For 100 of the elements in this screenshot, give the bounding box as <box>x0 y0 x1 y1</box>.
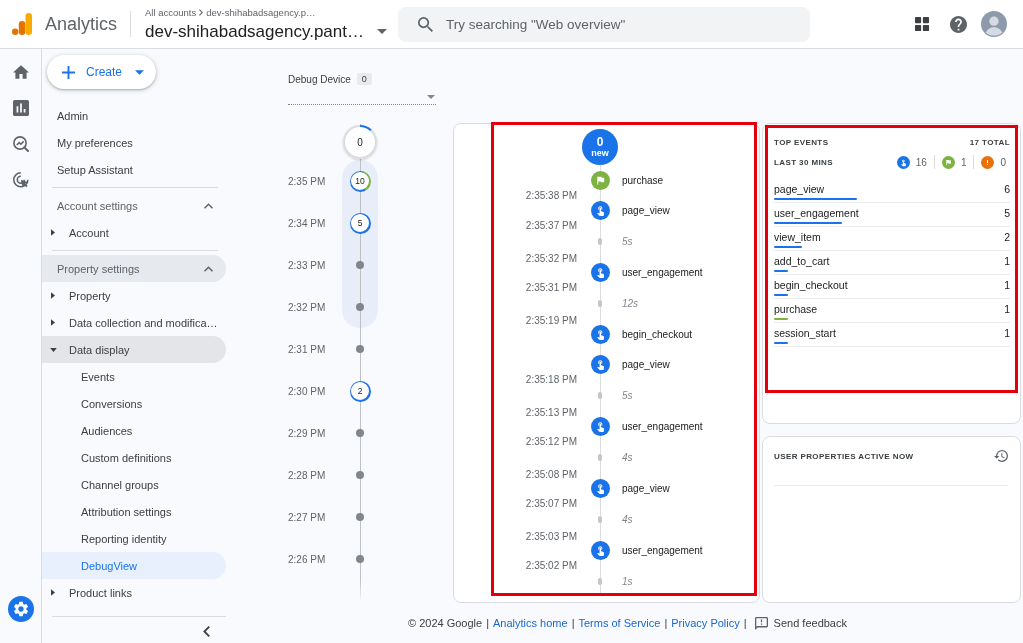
nav-link[interactable]: Audiences <box>42 417 226 444</box>
account-picker[interactable]: dev-shihabadsagency.pant… <box>145 20 391 43</box>
event-name: page_view <box>774 182 825 196</box>
nav-link[interactable]: Reporting identity <box>42 525 226 552</box>
event-name[interactable]: page_view <box>622 482 670 494</box>
event-count: 1 <box>1004 278 1010 292</box>
gap-marker-icon <box>598 515 602 523</box>
minute-time-label: 2:29 PM <box>288 427 326 439</box>
touch-icon <box>590 540 610 560</box>
nav-link[interactable]: My preferences <box>42 129 226 156</box>
event-time: 2:35:31 PM <box>525 282 577 294</box>
event-count: 2 <box>1004 230 1010 244</box>
minute-dot-icon[interactable] <box>356 345 364 353</box>
event-time: 2:35:19 PM <box>525 315 577 327</box>
breadcrumb-link[interactable]: dev-shihabadsagency.p… <box>206 6 316 18</box>
caret-down-icon <box>135 69 145 75</box>
minute-dot-icon[interactable] <box>356 261 364 269</box>
event-name[interactable]: user_engagement <box>622 544 703 556</box>
event-name[interactable]: begin_checkout <box>622 328 693 340</box>
separator: | <box>486 617 490 629</box>
settings-icon[interactable] <box>7 596 34 622</box>
separator: | <box>664 617 668 629</box>
new-events-badge[interactable]: 0 new <box>582 129 618 165</box>
minute-time-label: 2:28 PM <box>288 469 326 481</box>
bar-chart-icon[interactable] <box>12 100 29 116</box>
nav-item[interactable]: Account <box>42 219 226 246</box>
chevron-left-icon[interactable] <box>203 626 210 637</box>
plus-icon <box>62 65 75 79</box>
product-name: Analytics <box>45 13 118 35</box>
event-name[interactable]: page_view <box>622 358 670 370</box>
device-count: 0 <box>356 73 372 85</box>
nav-item[interactable]: Data collection and modifica… <box>42 309 226 336</box>
help-icon[interactable] <box>950 15 967 33</box>
minute-time-label: 2:34 PM <box>288 217 326 229</box>
minute-event-count[interactable]: 10 <box>349 170 371 192</box>
section-header[interactable]: Account settings <box>42 192 226 219</box>
card-title: USER PROPERTIES ACTIVE NOW <box>774 451 914 461</box>
touch-icon <box>590 478 610 498</box>
gap-duration: 5s <box>622 389 633 401</box>
home-icon[interactable] <box>12 64 29 80</box>
footer-link[interactable]: Privacy Policy <box>671 617 740 629</box>
create-button[interactable]: Create <box>47 55 156 89</box>
gap-duration: 4s <box>622 451 633 463</box>
period-label: LAST 30 MINS <box>774 157 834 167</box>
minute-time-label: 2:31 PM <box>288 343 326 355</box>
separator: | <box>571 617 575 629</box>
gap-marker-icon <box>598 237 602 245</box>
history-icon[interactable] <box>994 450 1008 462</box>
card-title: TOP EVENTS <box>774 137 829 147</box>
nav-link[interactable]: DebugView <box>42 552 226 579</box>
event-name: add_to_cart <box>774 254 830 268</box>
total-count: 17 TOTAL <box>969 137 1010 147</box>
footer-link[interactable]: Analytics home <box>493 617 568 629</box>
minute-event-count[interactable]: 2 <box>349 380 371 402</box>
nav-link[interactable]: Custom definitions <box>42 444 226 471</box>
event-time: 2:35:08 PM <box>525 469 577 481</box>
event-time: 2:35:38 PM <box>525 190 577 202</box>
nav-link[interactable]: Events <box>42 363 226 390</box>
touch-icon <box>590 324 610 344</box>
nav-link[interactable]: Channel groups <box>42 471 226 498</box>
nav-link[interactable]: Setup Assistant <box>42 156 226 183</box>
event-name: begin_checkout <box>774 278 848 292</box>
nav-item[interactable]: Data display <box>42 336 226 363</box>
event-name: view_item <box>774 230 821 244</box>
event-name[interactable]: user_engagement <box>622 420 703 432</box>
minute-dot-icon[interactable] <box>356 429 364 437</box>
flag-icon <box>941 155 955 169</box>
touch-icon <box>590 354 610 374</box>
event-count: 5 <box>1004 206 1010 220</box>
search-field[interactable]: Try searching "Web overview" <box>398 6 811 42</box>
minute-dot-icon[interactable] <box>356 303 364 311</box>
chart-magnifier-icon[interactable] <box>12 136 29 152</box>
minute-dot-icon[interactable] <box>356 555 364 563</box>
minute-dot-icon[interactable] <box>356 471 364 479</box>
flag-icon <box>590 170 610 190</box>
event-time: 2:35:03 PM <box>525 531 577 543</box>
touch-icon <box>590 416 610 436</box>
send-feedback-button[interactable]: Send feedback <box>754 616 847 630</box>
countdown-ring: 0 <box>343 125 377 159</box>
nav-link[interactable]: Attribution settings <box>42 498 226 525</box>
apps-grid-icon[interactable] <box>915 17 929 31</box>
nav-link[interactable]: Admin <box>42 102 226 129</box>
minute-time-label: 2:30 PM <box>288 385 326 397</box>
minute-dot-icon[interactable] <box>356 513 364 521</box>
nav-item[interactable]: Property <box>42 282 226 309</box>
event-type-count: 1 <box>960 156 967 168</box>
minute-time-label: 2:35 PM <box>288 175 326 187</box>
footer-link[interactable]: Terms of Service <box>578 617 661 629</box>
event-name[interactable]: page_view <box>622 204 670 216</box>
avatar-icon[interactable] <box>981 11 1007 37</box>
target-cursor-icon[interactable] <box>12 172 29 188</box>
feedback-icon <box>754 616 768 630</box>
section-header[interactable]: Property settings <box>42 255 226 282</box>
breadcrumb-link[interactable]: All accounts <box>145 6 197 18</box>
gap-duration: 5s <box>622 235 633 247</box>
event-name[interactable]: user_engagement <box>622 266 703 278</box>
nav-item[interactable]: Product links <box>42 579 226 606</box>
nav-link[interactable]: Conversions <box>42 390 226 417</box>
minute-event-count[interactable]: 5 <box>349 212 371 234</box>
event-name[interactable]: purchase <box>622 174 664 186</box>
